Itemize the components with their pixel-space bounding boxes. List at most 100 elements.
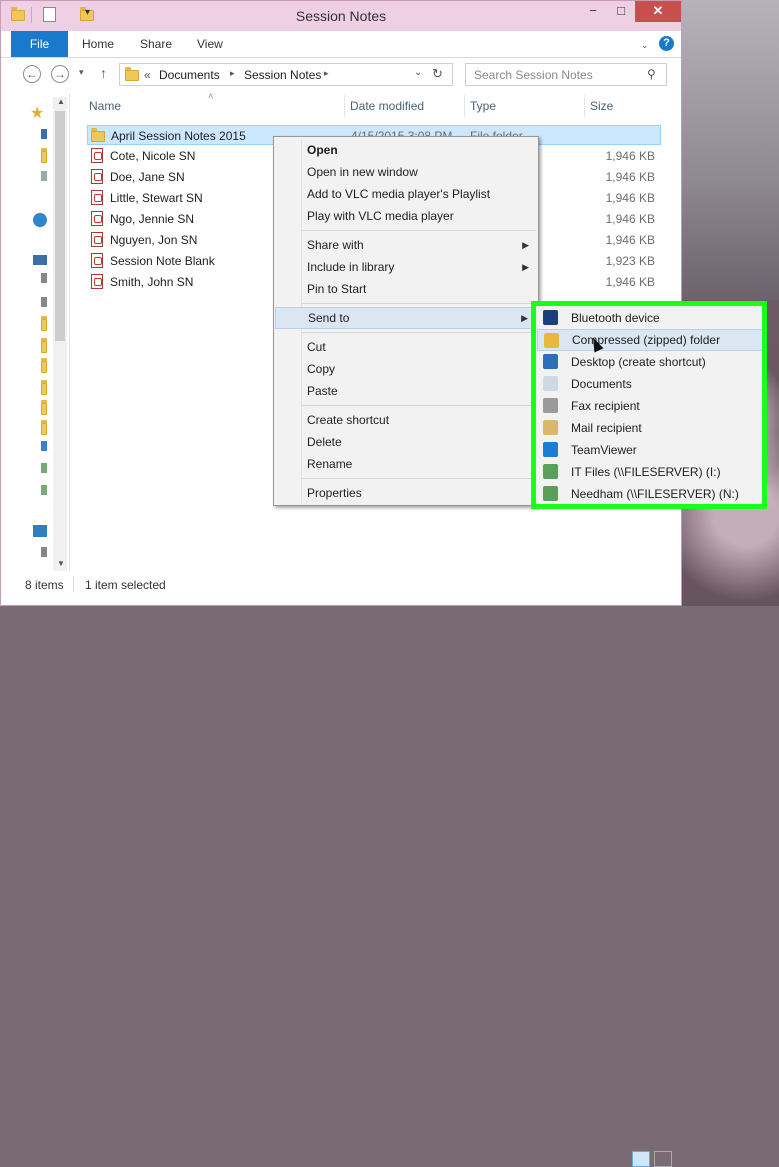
forward-button[interactable]: → xyxy=(51,65,69,83)
pdf-file-icon xyxy=(91,232,103,247)
menu-item-open[interactable]: Open xyxy=(275,139,537,161)
breadcrumb-session-notes[interactable]: Session Notes xyxy=(244,68,321,82)
file-size: 1,946 KB xyxy=(605,149,655,163)
refresh-icon[interactable]: ↻ xyxy=(432,66,443,82)
ribbon-expand-icon[interactable]: ⌄ xyxy=(641,40,649,51)
nav-folder-icon[interactable] xyxy=(41,400,47,415)
nav-folder-icon[interactable] xyxy=(41,420,47,435)
network-drive-icon xyxy=(543,486,558,501)
nav-downloads-icon[interactable] xyxy=(41,148,47,163)
nav-scroll-thumb[interactable] xyxy=(55,111,65,341)
fax-icon xyxy=(543,398,558,413)
nav-recent-icon[interactable] xyxy=(41,171,47,181)
menu-item-paste[interactable]: Paste xyxy=(275,380,537,402)
column-header-date[interactable]: Date modified xyxy=(350,99,424,113)
back-button[interactable]: ← xyxy=(23,65,41,83)
pdf-file-icon xyxy=(91,169,103,184)
column-divider[interactable] xyxy=(584,95,585,117)
file-size: 1,946 KB xyxy=(605,275,655,289)
nav-computer-icon[interactable] xyxy=(41,547,47,557)
nav-desktop-icon[interactable] xyxy=(41,129,47,139)
file-size: 1,946 KB xyxy=(605,212,655,226)
breadcrumb-overflow[interactable]: « xyxy=(144,68,151,82)
help-icon[interactable]: ? xyxy=(659,36,674,51)
menu-item-cut[interactable]: Cut xyxy=(275,336,537,358)
nav-folder-icon[interactable] xyxy=(41,316,47,331)
large-icons-view-icon[interactable] xyxy=(654,1151,672,1167)
nav-network-drive-icon[interactable] xyxy=(41,485,47,495)
scroll-up-icon[interactable]: ▲ xyxy=(57,97,65,106)
send-to-item[interactable]: Fax recipient xyxy=(537,395,763,417)
nav-folder-icon[interactable] xyxy=(41,338,47,353)
menu-item-send-to[interactable]: Send to ▶ xyxy=(275,307,537,329)
tab-home[interactable]: Home xyxy=(72,31,124,57)
recent-locations-icon[interactable]: ▾ xyxy=(79,67,84,78)
scroll-down-icon[interactable]: ▼ xyxy=(57,559,65,568)
send-to-label: Documents xyxy=(571,377,632,391)
title-bar[interactable]: ▾ Session Notes − □ ✕ xyxy=(1,1,681,31)
column-header-size[interactable]: Size xyxy=(590,99,613,113)
maximize-button[interactable]: □ xyxy=(607,1,635,22)
close-button[interactable]: ✕ xyxy=(635,1,681,22)
send-to-item[interactable]: Needham (\\FILESERVER) (N:) xyxy=(537,483,763,505)
nav-folder-icon[interactable] xyxy=(41,380,47,395)
nav-drive-icon[interactable] xyxy=(41,297,47,307)
column-header-type[interactable]: Type xyxy=(470,99,496,113)
file-size: 1,946 KB xyxy=(605,233,655,247)
menu-item-copy[interactable]: Copy xyxy=(275,358,537,380)
column-divider[interactable] xyxy=(464,95,465,117)
context-menu: Open Open in new window Add to VLC media p… xyxy=(273,136,539,506)
sort-ascending-icon: ˄ xyxy=(208,91,214,101)
minimize-button[interactable]: − xyxy=(579,1,607,22)
send-to-item[interactable]: Desktop (create shortcut) xyxy=(537,351,763,373)
send-to-item[interactable]: TeamViewer xyxy=(537,439,763,461)
send-to-label: Bluetooth device xyxy=(571,311,660,325)
tab-share[interactable]: Share xyxy=(130,31,182,57)
address-dropdown-icon[interactable]: ⌄ xyxy=(414,67,422,78)
tab-view[interactable]: View xyxy=(187,31,233,57)
menu-item-create-shortcut[interactable]: Create shortcut xyxy=(275,409,537,431)
menu-item-label: Open in new window xyxy=(307,165,418,179)
nav-homegroup-icon[interactable] xyxy=(33,213,47,227)
send-to-item[interactable]: Documents xyxy=(537,373,763,395)
details-view-icon[interactable] xyxy=(632,1151,650,1167)
breadcrumb-separator-icon[interactable]: ▸ xyxy=(230,68,235,79)
desktop-icon xyxy=(543,354,558,369)
nav-network-drive-icon[interactable] xyxy=(41,463,47,473)
menu-item-rename[interactable]: Rename xyxy=(275,453,537,475)
file-size: 1,946 KB xyxy=(605,191,655,205)
menu-item-pin-to-start[interactable]: Pin to Start xyxy=(275,278,537,300)
menu-item-label: Properties xyxy=(307,486,362,500)
send-to-item[interactable]: Compressed (zipped) folder xyxy=(537,329,763,351)
favorites-star-icon[interactable]: ★ xyxy=(30,103,44,123)
menu-item-label: Cut xyxy=(307,340,326,354)
send-to-item[interactable]: Bluetooth device xyxy=(537,307,763,329)
nav-this-pc-icon[interactable] xyxy=(33,255,47,265)
breadcrumb-documents[interactable]: Documents xyxy=(159,68,220,82)
address-bar[interactable]: « Documents ▸ Session Notes ▸ ⌄ ↻ xyxy=(119,63,453,86)
column-divider[interactable] xyxy=(344,95,345,117)
nav-network-icon[interactable] xyxy=(33,525,47,537)
menu-item-open-in-new-window[interactable]: Open in new window xyxy=(275,161,537,183)
menu-item-play-with-vlc-media-player[interactable]: Play with VLC media player xyxy=(275,205,537,227)
send-to-submenu: Bluetooth device Compressed (zipped) fold… xyxy=(535,305,765,507)
menu-item-share-with[interactable]: Share with ▶ xyxy=(275,234,537,256)
column-header-name[interactable]: Name xyxy=(89,99,121,113)
nav-library-icon[interactable] xyxy=(41,441,47,451)
submenu-arrow-icon: ▶ xyxy=(521,313,528,323)
nav-folder-icon[interactable] xyxy=(41,358,47,373)
nav-drive-icon[interactable] xyxy=(41,273,47,283)
send-to-label: Fax recipient xyxy=(571,399,640,413)
tab-file[interactable]: File xyxy=(11,31,68,57)
menu-item-add-to-vlc-media-player-s-playlist[interactable]: Add to VLC media player's Playlist xyxy=(275,183,537,205)
search-input[interactable]: Search Session Notes xyxy=(465,63,667,86)
up-arrow-icon[interactable]: ↑ xyxy=(100,65,107,81)
file-name: April Session Notes 2015 xyxy=(111,129,246,143)
menu-item-properties[interactable]: Properties xyxy=(275,482,537,504)
menu-item-include-in-library[interactable]: Include in library ▶ xyxy=(275,256,537,278)
send-to-label: Desktop (create shortcut) xyxy=(571,355,706,369)
send-to-item[interactable]: IT Files (\\FILESERVER) (I:) xyxy=(537,461,763,483)
breadcrumb-separator-icon[interactable]: ▸ xyxy=(324,68,329,79)
menu-item-delete[interactable]: Delete xyxy=(275,431,537,453)
send-to-item[interactable]: Mail recipient xyxy=(537,417,763,439)
